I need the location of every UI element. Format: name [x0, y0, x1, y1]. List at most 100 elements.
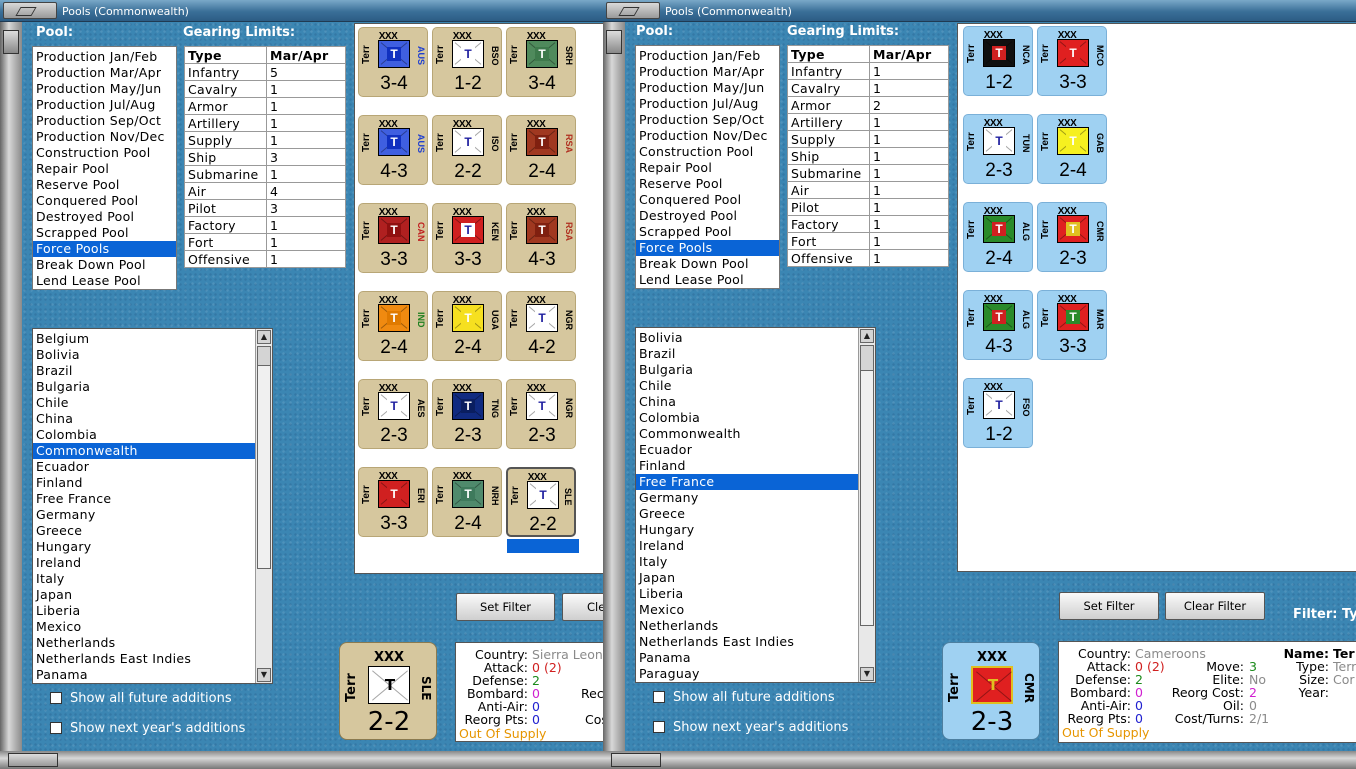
- checkbox-icon[interactable]: [50, 692, 62, 704]
- country-item[interactable]: Liberia: [636, 586, 875, 602]
- pool-list[interactable]: Production Jan/Feb Production Mar/Apr Prod…: [635, 45, 780, 289]
- pool-item[interactable]: Production Sep/Oct: [33, 113, 176, 129]
- country-item[interactable]: Hungary: [33, 539, 272, 555]
- scroll-down-icon[interactable]: ▼: [860, 667, 874, 681]
- pool-item[interactable]: Reserve Pool: [636, 176, 779, 192]
- pool-item[interactable]: Lend Lease Pool: [33, 273, 176, 289]
- pool-item[interactable]: Force Pools: [636, 240, 779, 256]
- unit-counter[interactable]: XXX Terr T RSA 4-3: [506, 203, 576, 273]
- clear-filter-button[interactable]: Clear Filter: [1165, 592, 1265, 620]
- checkbox-icon[interactable]: [653, 721, 665, 733]
- pool-item[interactable]: Force Pools: [33, 241, 176, 257]
- checkbox-icon[interactable]: [50, 722, 62, 734]
- unit-counter[interactable]: XXX Terr T TUN 2-3: [963, 114, 1033, 184]
- unit-counter-grid[interactable]: XXX Terr T AUS 3-4 XXX Terr T BSO 1-2 XXX Terr T SRH 3…: [354, 23, 603, 574]
- pool-item[interactable]: Construction Pool: [636, 144, 779, 160]
- frame-handle[interactable]: [606, 30, 622, 54]
- country-item[interactable]: Brazil: [33, 363, 272, 379]
- pool-list[interactable]: Production Jan/Feb Production Mar/Apr Prod…: [32, 46, 177, 290]
- country-item[interactable]: Commonwealth: [33, 443, 272, 459]
- country-item[interactable]: Liberia: [33, 603, 272, 619]
- country-item[interactable]: Bulgaria: [33, 379, 272, 395]
- country-item[interactable]: Colombia: [636, 410, 875, 426]
- pool-item[interactable]: Break Down Pool: [33, 257, 176, 273]
- country-item[interactable]: Finland: [636, 458, 875, 474]
- country-item[interactable]: Ecuador: [33, 459, 272, 475]
- country-item[interactable]: Greece: [636, 506, 875, 522]
- unit-counter[interactable]: XXX Terr T MCO 3-3: [1037, 26, 1107, 96]
- frame-corner[interactable]: [8, 753, 58, 767]
- unit-counter[interactable]: XXX Terr T SLE 2-2: [506, 467, 579, 553]
- pool-item[interactable]: Production Jul/Aug: [636, 96, 779, 112]
- country-item[interactable]: Colombia: [33, 427, 272, 443]
- country-item[interactable]: Germany: [33, 507, 272, 523]
- country-item[interactable]: Netherlands East Indies: [636, 634, 875, 650]
- pool-item[interactable]: Production Nov/Dec: [636, 128, 779, 144]
- pool-item[interactable]: Conquered Pool: [33, 193, 176, 209]
- country-item[interactable]: Commonwealth: [636, 426, 875, 442]
- show-next-year-checkbox[interactable]: Show next year's additions: [653, 720, 848, 735]
- unit-counter[interactable]: XXX Terr T FSO 1-2: [963, 378, 1033, 448]
- unit-counter[interactable]: XXX Terr T ALG 4-3: [963, 290, 1033, 360]
- country-item[interactable]: Belgium: [33, 331, 272, 347]
- country-item[interactable]: Bulgaria: [636, 362, 875, 378]
- pool-item[interactable]: Scrapped Pool: [33, 225, 176, 241]
- show-future-additions-checkbox[interactable]: Show all future additions: [50, 691, 232, 706]
- pool-item[interactable]: Production Mar/Apr: [636, 64, 779, 80]
- country-item[interactable]: Mexico: [33, 619, 272, 635]
- country-list[interactable]: Belgium Bolivia Brazil Bulgaria Chile China Co…: [32, 328, 273, 684]
- frame-handle[interactable]: [3, 30, 19, 54]
- unit-counter[interactable]: XXX Terr T MAR 3-3: [1037, 290, 1107, 360]
- title-bar[interactable]: Pools (Commonwealth): [0, 0, 603, 22]
- unit-counter[interactable]: XXX Terr T NRH 2-4: [432, 467, 502, 537]
- pool-item[interactable]: Conquered Pool: [636, 192, 779, 208]
- scroll-track[interactable]: [257, 365, 271, 569]
- unit-counter[interactable]: XXX Terr T BSO 1-2: [432, 27, 502, 97]
- window-menu-icon[interactable]: [3, 2, 57, 19]
- unit-counter[interactable]: XXX Terr T ALG 2-4: [963, 202, 1033, 272]
- pool-item[interactable]: Production Jul/Aug: [33, 97, 176, 113]
- country-item[interactable]: Brazil: [636, 346, 875, 362]
- unit-counter[interactable]: XXX Terr T AUS 3-4: [358, 27, 428, 97]
- scroll-down-icon[interactable]: ▼: [257, 668, 271, 682]
- unit-counter[interactable]: XXX Terr T AES 2-3: [358, 379, 428, 449]
- country-item[interactable]: Netherlands: [636, 618, 875, 634]
- country-item[interactable]: Panama: [636, 650, 875, 666]
- country-item[interactable]: Finland: [33, 475, 272, 491]
- pool-item[interactable]: Repair Pool: [636, 160, 779, 176]
- country-item[interactable]: Germany: [636, 490, 875, 506]
- country-item[interactable]: Ireland: [636, 538, 875, 554]
- country-item[interactable]: Italy: [636, 554, 875, 570]
- pool-item[interactable]: Production Mar/Apr: [33, 65, 176, 81]
- title-bar[interactable]: Pools (Commonwealth): [603, 0, 1356, 22]
- country-item[interactable]: Japan: [33, 587, 272, 603]
- unit-counter-grid[interactable]: XXX Terr T NCA 1-2 XXX Terr T MCO 3-3 XXX Terr T TUN 2…: [957, 23, 1356, 572]
- unit-counter[interactable]: XXX Terr T ERI 3-3: [358, 467, 428, 537]
- pool-item[interactable]: Scrapped Pool: [636, 224, 779, 240]
- pool-item[interactable]: Destroyed Pool: [33, 209, 176, 225]
- pool-item[interactable]: Production May/Jun: [636, 80, 779, 96]
- country-item[interactable]: Italy: [33, 571, 272, 587]
- country-item[interactable]: Free France: [33, 491, 272, 507]
- country-item[interactable]: China: [636, 394, 875, 410]
- show-future-additions-checkbox[interactable]: Show all future additions: [653, 690, 835, 705]
- unit-counter[interactable]: XXX Terr T UGA 2-4: [432, 291, 502, 361]
- country-list[interactable]: Bolivia Brazil Bulgaria Chile China Colombia C…: [635, 327, 876, 683]
- unit-counter[interactable]: XXX Terr T CMR 2-3: [1037, 202, 1107, 272]
- pool-item[interactable]: Break Down Pool: [636, 256, 779, 272]
- country-item[interactable]: Greece: [33, 523, 272, 539]
- unit-counter[interactable]: XXX Terr T GAB 2-4: [1037, 114, 1107, 184]
- country-item[interactable]: Bolivia: [33, 347, 272, 363]
- unit-counter[interactable]: XXX Terr T KEN 3-3: [432, 203, 502, 273]
- unit-counter[interactable]: XXX Terr T NCA 1-2: [963, 26, 1033, 96]
- scroll-thumb[interactable]: [257, 346, 271, 366]
- country-item[interactable]: China: [33, 411, 272, 427]
- country-item[interactable]: Ecuador: [636, 442, 875, 458]
- pool-item[interactable]: Production Sep/Oct: [636, 112, 779, 128]
- frame-corner[interactable]: [611, 753, 661, 767]
- country-item[interactable]: Mexico: [636, 602, 875, 618]
- scroll-thumb[interactable]: [860, 345, 874, 371]
- pool-item[interactable]: Production May/Jun: [33, 81, 176, 97]
- country-item[interactable]: Netherlands: [33, 635, 272, 651]
- pool-item[interactable]: Production Jan/Feb: [33, 49, 176, 65]
